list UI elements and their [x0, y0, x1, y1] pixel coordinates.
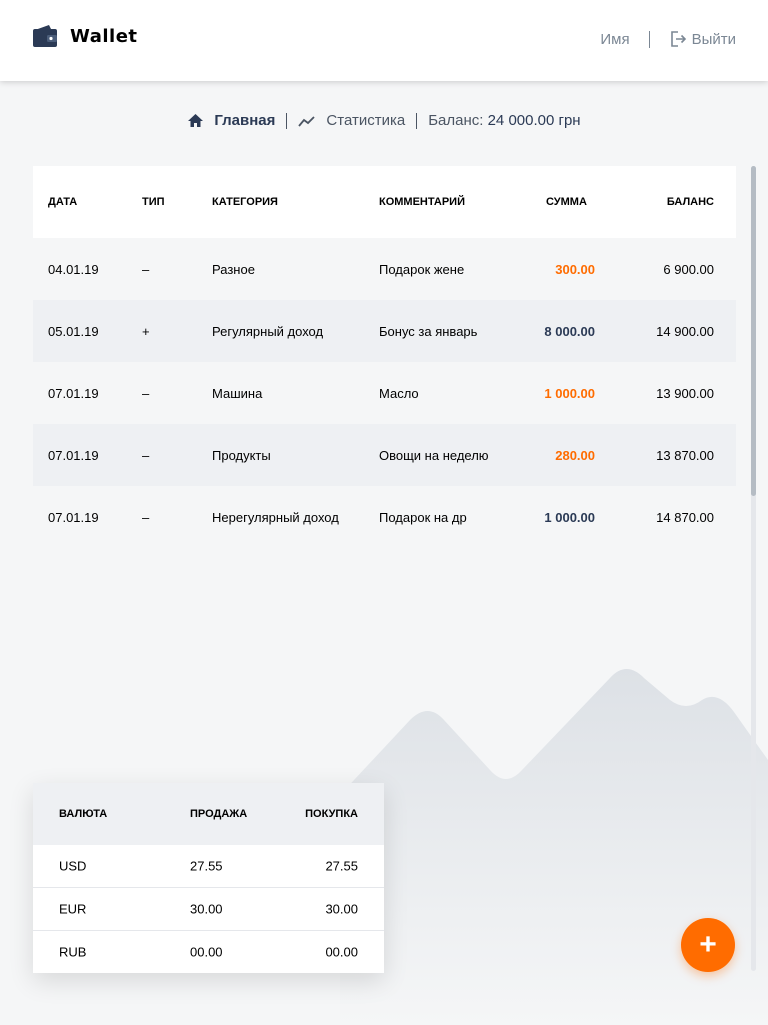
cell-buy: 00.00	[325, 944, 358, 960]
cell-balance: 6 900.00	[663, 261, 714, 277]
cell-type: –	[142, 385, 150, 401]
nav-statistics-label: Статистика	[326, 112, 406, 129]
balance-value: 24 000.00 грн	[487, 112, 581, 129]
cell-comment: Бонус за январь	[379, 323, 478, 339]
cell-category: Продукты	[212, 447, 271, 463]
cell-sum: 1 000.00	[544, 385, 595, 401]
header-date: Дата	[48, 196, 78, 208]
cell-balance: 14 900.00	[656, 323, 714, 339]
table-row[interactable]: 07.01.19 – Продукты Овощи на неделю 280.00 13…	[33, 424, 736, 486]
nav-divider	[286, 112, 288, 129]
header-sum: Сумма	[546, 196, 587, 208]
balance: Баланс: 24 000.00 грн	[428, 112, 580, 129]
currency-body: USD 27.55 27.55 EUR 30.00 30.00 RUB 00.00 00.00	[33, 845, 384, 973]
user-name: Имя	[600, 30, 630, 48]
chart-line-icon	[298, 115, 316, 127]
cell-category: Машина	[212, 385, 263, 401]
cell-sum: 8 000.00	[544, 323, 595, 339]
currency-table: Валюта Продажа Покупка USD 27.55 27.55 EUR 3…	[33, 783, 384, 973]
cell-comment: Овощи на неделю	[379, 447, 489, 463]
header-user-area: Имя Выйти	[600, 30, 736, 48]
cell-date: 04.01.19	[48, 261, 99, 277]
transactions-body: 04.01.19 – Разное Подарок жене 300.00 6 900.0…	[33, 238, 736, 548]
cell-balance: 13 900.00	[656, 385, 714, 401]
scrollbar-thumb[interactable]	[751, 166, 756, 496]
header-currency: Валюта	[59, 808, 108, 820]
header-buy: Покупка	[305, 808, 358, 820]
nav-divider	[416, 112, 418, 129]
cell-buy: 30.00	[325, 901, 358, 917]
home-icon	[188, 114, 204, 127]
transactions-header-row: Дата Тип Категория Комментарий Сумма Бал…	[33, 166, 736, 238]
table-row[interactable]: 07.01.19 – Нерегулярный доход Подарок на др…	[33, 486, 736, 548]
cell-sum: 280.00	[555, 447, 595, 463]
header-divider	[648, 30, 650, 48]
logout-label: Выйти	[691, 30, 736, 48]
cell-currency: EUR	[59, 901, 87, 917]
cell-sum: 1 000.00	[544, 509, 595, 525]
balance-label: Баланс:	[428, 112, 484, 129]
main-nav: Главная Статистика Баланс: 24 000.00 грн	[0, 112, 768, 129]
cell-type: –	[142, 509, 150, 525]
currency-header-row: Валюта Продажа Покупка	[33, 783, 384, 845]
logout-button[interactable]: Выйти	[669, 30, 736, 48]
cell-date: 07.01.19	[48, 447, 99, 463]
cell-sell: 27.55	[190, 858, 223, 874]
cell-comment: Подарок жене	[379, 261, 465, 277]
cell-buy: 27.55	[325, 858, 358, 874]
cell-category: Регулярный доход	[212, 323, 324, 339]
cell-comment: Подарок на др	[379, 509, 467, 525]
cell-date: 05.01.19	[48, 323, 99, 339]
currency-row: USD 27.55 27.55	[33, 845, 384, 888]
cell-currency: RUB	[59, 944, 87, 960]
nav-home[interactable]: Главная	[187, 112, 275, 129]
cell-sell: 00.00	[190, 944, 223, 960]
table-row[interactable]: 04.01.19 – Разное Подарок жене 300.00 6 900.0…	[33, 238, 736, 300]
header-type: Тип	[142, 196, 165, 208]
cell-date: 07.01.19	[48, 385, 99, 401]
cell-type: +	[142, 323, 150, 339]
logout-icon	[670, 31, 686, 47]
wallet-icon	[33, 25, 57, 47]
cell-type: –	[142, 261, 150, 277]
logo[interactable]: Wallet	[32, 24, 138, 48]
table-row[interactable]: 05.01.19 + Регулярный доход Бонус за январь…	[33, 300, 736, 362]
logo-text: Wallet	[70, 25, 138, 47]
cell-type: –	[142, 447, 150, 463]
currency-row: RUB 00.00 00.00	[33, 931, 384, 973]
cell-currency: USD	[59, 858, 87, 874]
header-comment: Комментарий	[379, 196, 465, 208]
table-row[interactable]: 07.01.19 – Машина Масло 1 000.00 13 900.00	[33, 362, 736, 424]
cell-sell: 30.00	[190, 901, 223, 917]
nav-home-label: Главная	[214, 112, 276, 129]
app-header: Wallet Имя Выйти	[0, 0, 768, 81]
cell-comment: Масло	[379, 385, 419, 401]
cell-date: 07.01.19	[48, 509, 99, 525]
add-transaction-button[interactable]: +	[681, 918, 735, 972]
currency-row: EUR 30.00 30.00	[33, 888, 384, 931]
nav-statistics[interactable]: Статистика	[298, 112, 405, 129]
header-balance: Баланс	[666, 196, 714, 208]
scrollbar[interactable]	[751, 166, 756, 971]
header-sell: Продажа	[190, 808, 248, 820]
cell-category: Нерегулярный доход	[212, 509, 339, 525]
plus-icon: +	[699, 928, 717, 961]
transactions-table: Дата Тип Категория Комментарий Сумма Бал…	[33, 166, 736, 548]
cell-category: Разное	[212, 261, 255, 277]
cell-sum: 300.00	[555, 261, 595, 277]
cell-balance: 13 870.00	[656, 447, 714, 463]
header-category: Категория	[212, 196, 278, 208]
cell-balance: 14 870.00	[656, 509, 714, 525]
